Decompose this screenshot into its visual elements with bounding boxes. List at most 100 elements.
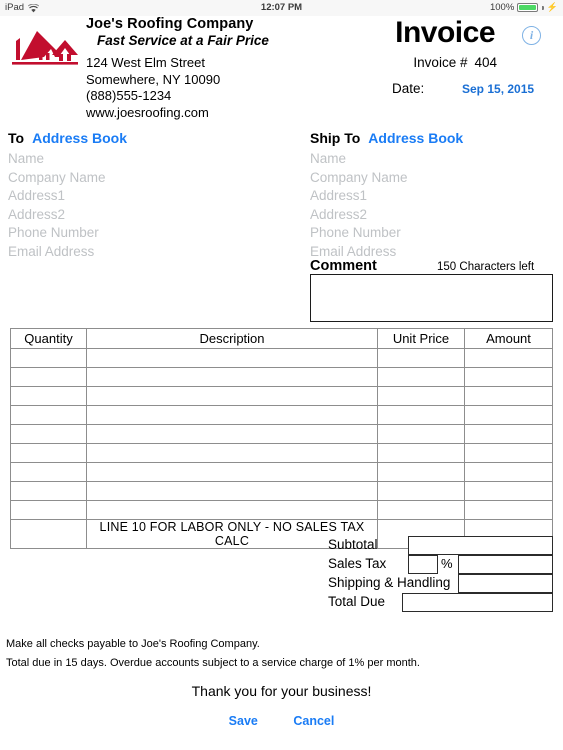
company-tagline: Fast Service at a Fair Price bbox=[97, 33, 269, 48]
cell-unit-price[interactable] bbox=[377, 367, 465, 387]
bill-to-heading: To Address Book bbox=[8, 130, 127, 146]
totals-row-subtotal: Subtotal bbox=[328, 536, 553, 555]
cell-description[interactable] bbox=[86, 443, 378, 463]
battery-icon bbox=[517, 3, 539, 12]
table-row bbox=[10, 424, 553, 444]
cell-amount[interactable] bbox=[464, 443, 553, 463]
cell-amount[interactable] bbox=[464, 405, 553, 425]
comment-textarea[interactable] bbox=[310, 274, 553, 322]
totals-row-sales-tax: Sales Tax % bbox=[328, 555, 553, 574]
cell-unit-price[interactable] bbox=[377, 462, 465, 482]
company-address-line1: 124 West Elm Street bbox=[86, 55, 205, 70]
cancel-button[interactable]: Cancel bbox=[293, 714, 334, 728]
cell-description[interactable] bbox=[86, 386, 378, 406]
shipping-handling-value[interactable] bbox=[458, 574, 553, 593]
info-circle-icon[interactable]: i bbox=[522, 26, 541, 45]
invoice-date-value[interactable]: Sep 15, 2015 bbox=[462, 82, 534, 96]
footer-terms-note: Total due in 15 days. Overdue accounts s… bbox=[6, 657, 420, 669]
cell-description[interactable] bbox=[86, 405, 378, 425]
company-phone: (888)555-1234 bbox=[86, 88, 172, 103]
invoice-number-value[interactable]: 404 bbox=[474, 55, 497, 70]
cell-amount[interactable] bbox=[464, 481, 553, 501]
cell-quantity[interactable] bbox=[10, 424, 87, 444]
invoice-page: iPad 12:07 PM 100% ⚡ Joe's Roofing Compa… bbox=[0, 0, 563, 750]
bill-to-name-input[interactable]: Name bbox=[8, 150, 106, 169]
bill-to-label: To bbox=[8, 130, 25, 146]
cell-quantity[interactable] bbox=[10, 405, 87, 425]
cell-amount[interactable] bbox=[464, 424, 553, 444]
subtotal-value[interactable] bbox=[408, 536, 553, 555]
save-button[interactable]: Save bbox=[229, 714, 258, 728]
total-due-value[interactable] bbox=[402, 593, 553, 612]
form-actions: Save Cancel bbox=[0, 714, 563, 728]
table-row bbox=[10, 405, 553, 425]
bill-to-company-input[interactable]: Company Name bbox=[8, 169, 106, 188]
ios-status-bar: iPad 12:07 PM 100% ⚡ bbox=[0, 0, 563, 16]
cell-unit-price[interactable] bbox=[377, 424, 465, 444]
footer-thank-you: Thank you for your business! bbox=[191, 683, 372, 699]
status-bar-clock: 12:07 PM bbox=[260, 2, 303, 13]
comment-characters-left-suffix: Characters left bbox=[459, 261, 535, 273]
company-website: www.joesroofing.com bbox=[86, 104, 209, 120]
ship-to-address-book-link[interactable]: Address Book bbox=[368, 130, 463, 146]
cell-description[interactable] bbox=[86, 424, 378, 444]
ship-to-label: Ship To bbox=[310, 130, 361, 146]
cell-quantity[interactable] bbox=[10, 367, 87, 387]
cell-description[interactable] bbox=[86, 462, 378, 482]
cell-amount[interactable] bbox=[464, 386, 553, 406]
ship-to-company-input[interactable]: Company Name bbox=[310, 169, 408, 188]
ship-to-address2-input[interactable]: Address2 bbox=[310, 206, 408, 225]
cell-amount[interactable] bbox=[464, 500, 553, 520]
total-due-label: Total Due bbox=[328, 594, 386, 609]
bill-to-email-input[interactable]: Email Address bbox=[8, 243, 106, 262]
table-row bbox=[10, 348, 553, 368]
cell-quantity[interactable] bbox=[10, 462, 87, 482]
cell-unit-price[interactable] bbox=[377, 348, 465, 368]
bill-to-address1-input[interactable]: Address1 bbox=[8, 187, 106, 206]
cell-amount[interactable] bbox=[464, 462, 553, 482]
sales-tax-value[interactable] bbox=[458, 555, 553, 574]
shipping-handling-label: Shipping & Handling bbox=[328, 575, 451, 590]
invoice-date-label: Date: bbox=[392, 81, 425, 96]
invoice-number-label: Invoice # bbox=[413, 55, 468, 70]
company-name: Joe's Roofing Company bbox=[86, 16, 254, 32]
cell-unit-price[interactable] bbox=[377, 405, 465, 425]
cell-description[interactable] bbox=[86, 500, 378, 520]
cell-description[interactable] bbox=[86, 348, 378, 368]
percent-sign-label: % bbox=[441, 556, 453, 571]
cell-unit-price[interactable] bbox=[377, 500, 465, 520]
cell-amount[interactable] bbox=[464, 367, 553, 387]
comment-label: Comment bbox=[310, 258, 377, 274]
cell-quantity[interactable] bbox=[10, 386, 87, 406]
cell-amount[interactable] bbox=[464, 348, 553, 368]
company-address: 124 West Elm Street Somewhere, NY 10090 … bbox=[86, 55, 269, 121]
ship-to-address1-input[interactable]: Address1 bbox=[310, 187, 408, 206]
sales-tax-percent-input[interactable] bbox=[408, 555, 438, 574]
cell-unit-price[interactable] bbox=[377, 481, 465, 501]
cell-description[interactable] bbox=[86, 481, 378, 501]
cell-quantity[interactable] bbox=[10, 500, 87, 520]
status-bar-right: 100% ⚡ bbox=[490, 2, 558, 13]
bill-to-address2-input[interactable]: Address2 bbox=[8, 206, 106, 225]
cell-quantity[interactable] bbox=[10, 519, 87, 549]
cell-unit-price[interactable] bbox=[377, 386, 465, 406]
ship-to-name-input[interactable]: Name bbox=[310, 150, 408, 169]
ship-to-heading: Ship To Address Book bbox=[310, 130, 463, 146]
cell-quantity[interactable] bbox=[10, 481, 87, 501]
sales-tax-label: Sales Tax bbox=[328, 556, 387, 571]
cell-quantity[interactable] bbox=[10, 443, 87, 463]
ship-to-fields: Name Company Name Address1 Address2 Phon… bbox=[310, 150, 408, 262]
bill-to-address-book-link[interactable]: Address Book bbox=[32, 130, 127, 146]
red-roof-house-logo bbox=[7, 27, 79, 71]
cell-unit-price[interactable] bbox=[377, 443, 465, 463]
column-header-unit-price: Unit Price bbox=[377, 328, 465, 349]
ship-to-phone-input[interactable]: Phone Number bbox=[310, 224, 408, 243]
table-row bbox=[10, 386, 553, 406]
table-row bbox=[10, 481, 553, 501]
cell-description[interactable] bbox=[86, 367, 378, 387]
cell-quantity[interactable] bbox=[10, 348, 87, 368]
table-row bbox=[10, 367, 553, 387]
company-info-block: Joe's Roofing Company Fast Service at a … bbox=[86, 16, 269, 121]
bill-to-phone-input[interactable]: Phone Number bbox=[8, 224, 106, 243]
comment-characters-left-count: 150 bbox=[437, 261, 457, 273]
